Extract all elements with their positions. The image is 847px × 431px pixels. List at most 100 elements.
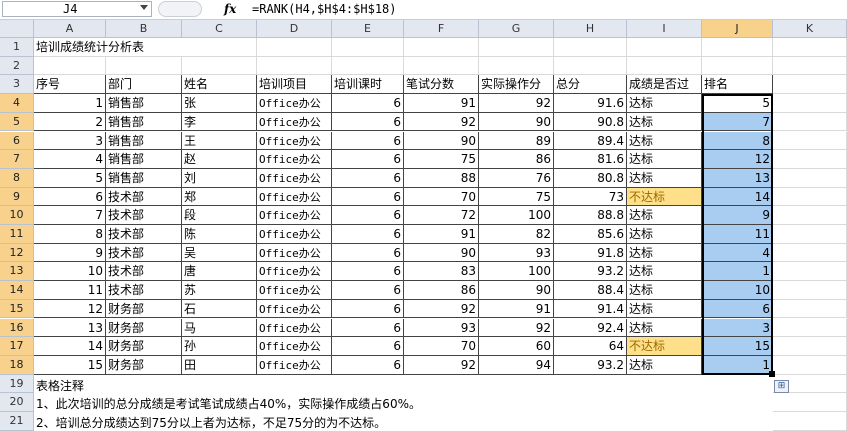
- row-header-6[interactable]: 6: [0, 131, 34, 151]
- table-cell[interactable]: 81.6: [554, 150, 627, 169]
- row-header-19[interactable]: 19: [0, 374, 34, 394]
- status-cell[interactable]: 达标: [627, 94, 702, 113]
- table-cell[interactable]: 12: [34, 299, 106, 319]
- grid-cell[interactable]: [257, 38, 332, 57]
- table-cell[interactable]: 1: [34, 94, 106, 113]
- grid-cell[interactable]: [479, 56, 554, 76]
- status-cell[interactable]: 达标: [627, 299, 702, 319]
- table-cell[interactable]: Office办公: [257, 94, 332, 113]
- grid-cell[interactable]: [702, 56, 773, 76]
- header-cell[interactable]: 姓名: [182, 75, 257, 95]
- table-cell[interactable]: 93: [479, 243, 554, 263]
- status-cell[interactable]: 达标: [627, 206, 702, 225]
- table-cell[interactable]: Office办公: [257, 150, 332, 169]
- table-cell[interactable]: 88: [404, 168, 479, 188]
- rank-cell[interactable]: 12: [702, 150, 773, 169]
- table-cell[interactable]: 92: [479, 94, 554, 113]
- table-cell[interactable]: 3: [34, 131, 106, 151]
- table-cell[interactable]: 64: [554, 337, 627, 356]
- table-cell[interactable]: 94: [479, 355, 554, 375]
- table-cell[interactable]: 100: [479, 206, 554, 225]
- table-cell[interactable]: 93: [404, 318, 479, 338]
- table-cell[interactable]: 75: [404, 150, 479, 169]
- grid-cell[interactable]: [34, 56, 106, 76]
- table-cell[interactable]: Office办公: [257, 355, 332, 375]
- table-cell[interactable]: 段: [182, 206, 257, 225]
- grid-cell[interactable]: [106, 56, 182, 76]
- row-header-5[interactable]: 5: [0, 112, 34, 132]
- grid-cell[interactable]: [773, 355, 847, 375]
- table-cell[interactable]: Office办公: [257, 225, 332, 244]
- status-cell[interactable]: 不达标: [627, 337, 702, 356]
- table-cell[interactable]: 91.6: [554, 94, 627, 113]
- rank-cell[interactable]: 1: [702, 355, 773, 375]
- table-cell[interactable]: 10: [34, 262, 106, 282]
- table-cell[interactable]: 6: [332, 281, 404, 300]
- table-cell[interactable]: 6: [332, 337, 404, 356]
- row-header-13[interactable]: 13: [0, 262, 34, 282]
- row-header-17[interactable]: 17: [0, 337, 34, 356]
- grid-cell[interactable]: [182, 56, 257, 76]
- table-cell[interactable]: 70: [404, 187, 479, 207]
- row-header-20[interactable]: 20: [0, 393, 34, 412]
- grid-cell[interactable]: [404, 56, 479, 76]
- table-cell[interactable]: 李: [182, 112, 257, 132]
- header-cell[interactable]: 培训项目: [257, 75, 332, 95]
- table-cell[interactable]: 86: [404, 281, 479, 300]
- grid-cell[interactable]: [773, 225, 847, 244]
- grid-cell[interactable]: [773, 206, 847, 225]
- table-cell[interactable]: 销售部: [106, 168, 182, 188]
- table-cell[interactable]: 75: [479, 187, 554, 207]
- grid-cell[interactable]: [404, 38, 479, 57]
- table-cell[interactable]: 9: [34, 243, 106, 263]
- table-cell[interactable]: 91: [404, 225, 479, 244]
- status-cell[interactable]: 达标: [627, 355, 702, 375]
- table-cell[interactable]: 73: [554, 187, 627, 207]
- rank-cell[interactable]: 11: [702, 225, 773, 244]
- grid-cell[interactable]: [332, 56, 404, 76]
- table-cell[interactable]: 6: [332, 318, 404, 338]
- grid-cell[interactable]: [773, 94, 847, 113]
- grid-cell[interactable]: [554, 38, 627, 57]
- row-header-12[interactable]: 12: [0, 243, 34, 263]
- grid-cell[interactable]: [773, 299, 847, 319]
- grid-cell[interactable]: [332, 38, 404, 57]
- table-cell[interactable]: 6: [332, 94, 404, 113]
- rank-cell[interactable]: 10: [702, 281, 773, 300]
- table-cell[interactable]: 6: [332, 206, 404, 225]
- row-header-18[interactable]: 18: [0, 355, 34, 375]
- table-cell[interactable]: Office办公: [257, 131, 332, 151]
- table-cell[interactable]: 5: [34, 168, 106, 188]
- row-header-3[interactable]: 3: [0, 75, 34, 95]
- grid-cell[interactable]: [702, 38, 773, 57]
- table-cell[interactable]: 6: [332, 299, 404, 319]
- table-cell[interactable]: 91.4: [554, 299, 627, 319]
- table-cell[interactable]: 14: [34, 337, 106, 356]
- grid-cell[interactable]: [257, 56, 332, 76]
- table-cell[interactable]: 孙: [182, 337, 257, 356]
- chevron-down-icon[interactable]: [140, 5, 148, 10]
- table-cell[interactable]: 90: [479, 112, 554, 132]
- table-cell[interactable]: 陈: [182, 225, 257, 244]
- status-cell[interactable]: 达标: [627, 243, 702, 263]
- rank-cell[interactable]: 14: [702, 187, 773, 207]
- status-cell[interactable]: 达标: [627, 150, 702, 169]
- table-cell[interactable]: Office办公: [257, 262, 332, 282]
- table-cell[interactable]: 92: [404, 112, 479, 132]
- table-cell[interactable]: 6: [332, 187, 404, 207]
- grid-cell[interactable]: [773, 262, 847, 282]
- status-cell[interactable]: 达标: [627, 168, 702, 188]
- table-cell[interactable]: 13: [34, 318, 106, 338]
- table-cell[interactable]: 郑: [182, 187, 257, 207]
- header-cell[interactable]: 序号: [34, 75, 106, 95]
- grid-cell[interactable]: [773, 318, 847, 338]
- table-cell[interactable]: 70: [404, 337, 479, 356]
- table-cell[interactable]: 销售部: [106, 94, 182, 113]
- table-cell[interactable]: 15: [34, 355, 106, 375]
- rank-cell[interactable]: 1: [702, 262, 773, 282]
- table-cell[interactable]: 92: [404, 355, 479, 375]
- table-cell[interactable]: Office办公: [257, 299, 332, 319]
- row-header-8[interactable]: 8: [0, 168, 34, 188]
- rank-cell[interactable]: 8: [702, 131, 773, 151]
- table-cell[interactable]: 苏: [182, 281, 257, 300]
